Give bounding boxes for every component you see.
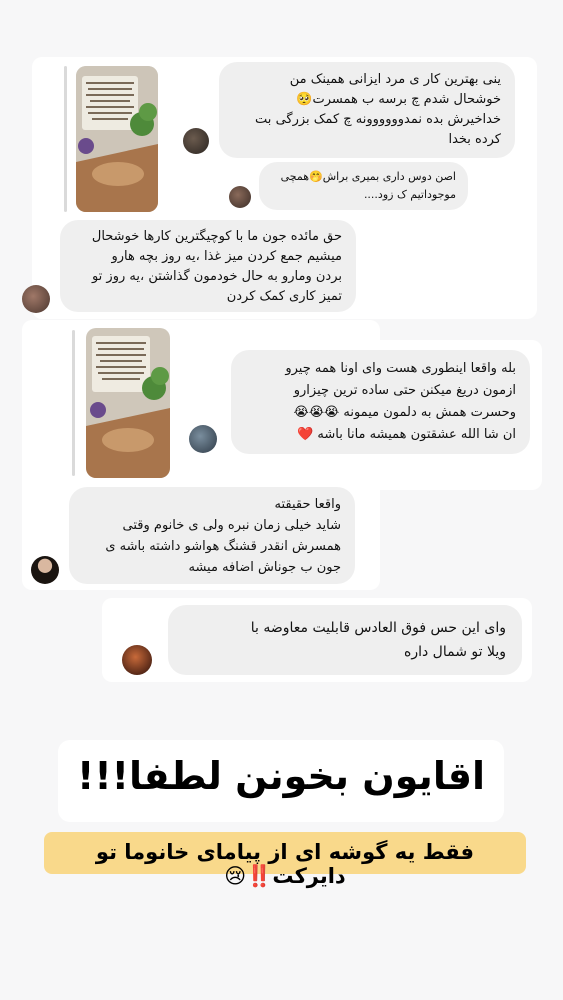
message-line: واقعا حقیقته (274, 497, 341, 512)
story-thumbnail[interactable] (76, 66, 158, 212)
avatar[interactable] (22, 285, 50, 313)
message-line: همسرش انقدر قشنگ هواشو داشته باشه ی (105, 539, 341, 554)
message-line: بله واقعا اینطوری هست وای اونا همه چیرو (285, 361, 516, 376)
message-bubble[interactable]: واقعا حقیقته شاید خیلی زمان نبره ولی ی خ… (69, 487, 355, 584)
subtitle-banner: فقط یه گوشه ای از پیامای خانوما تو دایرک… (44, 832, 526, 888)
avatar[interactable] (122, 645, 152, 675)
message-line: تمیز کاری کمک کردن (226, 289, 342, 304)
message-line: ان شا الله عشقتون همیشه مانا باشه ❤️ (297, 427, 516, 442)
message-line: بردن ومارو به حال خودمون گذاشتن ،یه روز … (91, 269, 342, 284)
headline-box: اقایون بخونن لطفا!!! (58, 740, 504, 822)
message-bubble[interactable]: حق مائده جون ما با کوچیگترین کارها خوشحا… (60, 220, 356, 312)
story-thumbnail[interactable] (86, 328, 170, 478)
subtitle: فقط یه گوشه ای از پیامای خانوما تو دایرک… (95, 840, 475, 888)
message-line: میشیم جمع کردن میز غذا ،یه روز بچه هارو (111, 249, 342, 264)
message-bubble[interactable]: اصن دوس داری بمیری براش🤭همچی موجوداتیم ک… (259, 162, 468, 210)
reply-quote-bar (72, 330, 75, 476)
avatar[interactable] (189, 425, 217, 453)
message-line: خداخیرش بده نمدوووووونه چ کمک بزرگی بت (255, 112, 501, 127)
message-line: ویلا تو شمال داره (404, 644, 506, 660)
message-bubble[interactable]: ینی بهترین کار ی مرد ایزانی همینک من خوش… (219, 62, 515, 158)
message-line: خوشحال شدم چ برسه ب همسرت🥺 (296, 92, 501, 107)
message-line: وحسرت همش به دلمون میمونه 😭😭😭 (293, 405, 516, 420)
message-line: کرده بخدا (448, 132, 501, 147)
avatar[interactable] (31, 556, 59, 584)
message-line: موجوداتیم ک زود.... (363, 188, 456, 201)
message-line: ازمون دریغ میکنن حتی ساده ترین چیزارو (293, 383, 516, 398)
avatar[interactable] (183, 128, 209, 154)
story-image (76, 66, 158, 212)
message-line: وای این حس فوق العادس قابلیت معاوضه با (250, 620, 506, 636)
story-image (86, 328, 170, 478)
message-bubble[interactable]: بله واقعا اینطوری هست وای اونا همه چیرو … (231, 350, 530, 454)
message-line: جون ب جوناش اضافه میشه (188, 560, 341, 575)
message-line: ینی بهترین کار ی مرد ایزانی همینک من (289, 72, 501, 87)
message-line: حق مائده جون ما با کوچیگترین کارها خوشحا… (91, 229, 342, 244)
message-line: شاید خیلی زمان نبره ولی ی خانوم وقتی (122, 518, 341, 533)
reply-quote-bar (64, 66, 67, 212)
message-line: اصن دوس داری بمیری براش🤭همچی (280, 170, 456, 183)
headline: اقایون بخونن لطفا!!! (77, 754, 485, 798)
avatar[interactable] (229, 186, 251, 208)
message-bubble[interactable]: وای این حس فوق العادس قابلیت معاوضه با و… (168, 605, 522, 675)
